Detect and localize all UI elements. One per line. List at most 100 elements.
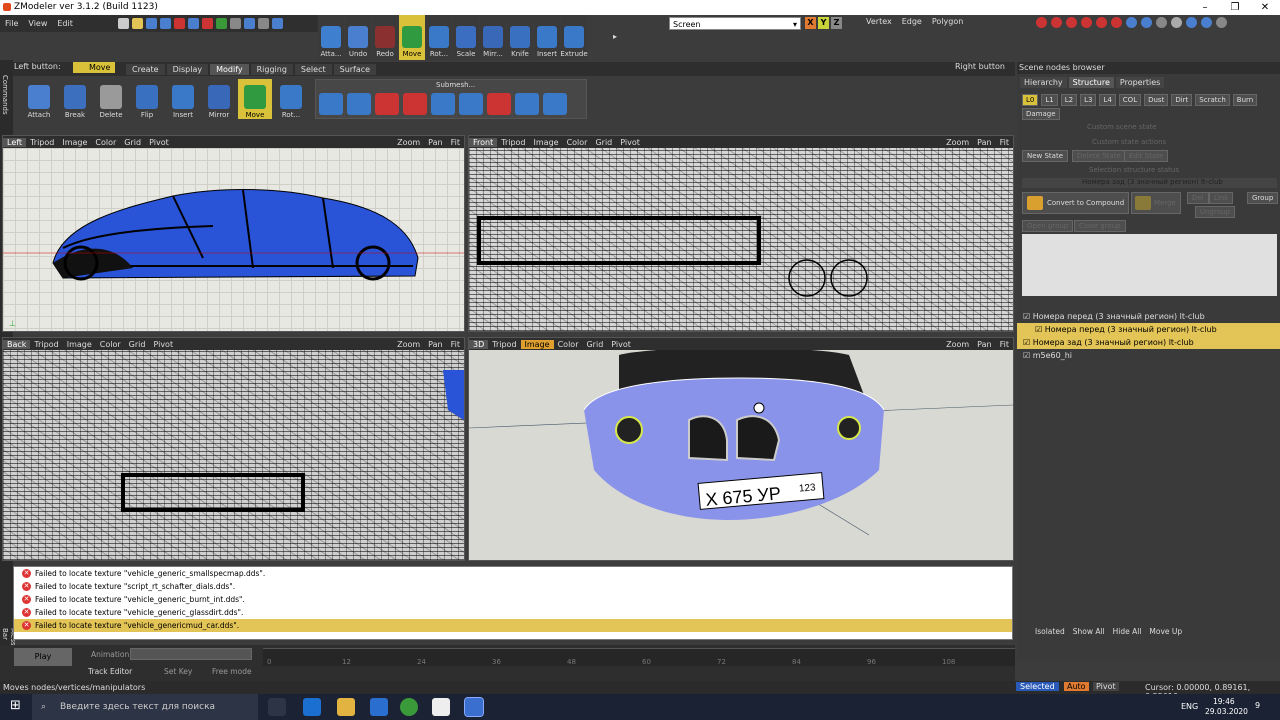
tool-extrude-button[interactable]: Extrude [560,15,588,60]
play-button[interactable]: Play [14,648,72,666]
viewport-option[interactable]: Pivot [616,138,644,147]
checkbox-icon[interactable]: ☑ [1023,312,1033,321]
clock-date[interactable]: 29.03.2020 [1205,707,1248,716]
tree-node[interactable]: ☑ Номера перед (3 значный регион) lt-clu… [1017,323,1280,336]
tool-atta-button[interactable]: Atta... [318,15,344,60]
viewport-name[interactable]: Front [469,137,498,147]
lod-button[interactable]: L1 [1041,94,1058,106]
clock-time[interactable]: 19:46 [1213,697,1235,706]
right-button-label[interactable]: Right button [955,62,1005,71]
viewport-canvas[interactable]: X 675 УР 123 [469,347,1013,560]
viewport-option[interactable]: Color [96,340,125,349]
log-entry[interactable]: ✕ Failed to locate texture "vehicle_gener… [14,619,1012,632]
lod-button[interactable]: L2 [1060,94,1078,106]
light-icon[interactable] [1141,17,1152,28]
modify-flip-button[interactable]: Flip [130,79,164,119]
log-entry[interactable]: ✕ Failed to locate texture "vehicle_gener… [14,567,1012,580]
wire-icon[interactable] [1156,17,1167,28]
tab-properties[interactable]: Properties [1115,77,1165,88]
viewport-option[interactable]: Tripod [30,340,62,349]
options-icon[interactable] [1216,17,1227,28]
zoom-button[interactable]: Zoom [942,340,973,349]
auto-badge[interactable]: Auto [1064,682,1089,691]
fit-button[interactable]: Fit [447,138,464,147]
viewport-option[interactable]: Tripod [497,138,529,147]
isolated-button[interactable]: Isolated [1035,627,1065,641]
hide-all-button[interactable]: Hide All [1113,627,1142,641]
tab-surface[interactable]: Surface [333,64,377,75]
tab-hierarchy[interactable]: Hierarchy [1020,77,1067,88]
viewport-left[interactable]: Left Tripod Image Color Grid Pivot Zoom … [2,135,465,332]
lod-button[interactable]: Dust [1144,94,1169,106]
log-entry[interactable]: ✕ Failed to locate texture "vehicle_gener… [14,606,1012,619]
lod-button[interactable]: Dirt [1171,94,1193,106]
pan-button[interactable]: Pan [973,138,995,147]
fit-button[interactable]: Fit [996,138,1013,147]
menu-file[interactable]: File [0,15,23,32]
submesh-tool-icon[interactable] [319,93,343,115]
pan-button[interactable]: Pan [424,138,446,147]
show-all-button[interactable]: Show All [1073,627,1105,641]
notepad-icon[interactable] [432,698,450,716]
modify-mirror-button[interactable]: Mirror [202,79,236,119]
zoom-button[interactable]: Zoom [393,340,424,349]
tab-create[interactable]: Create [126,64,165,75]
viewport-canvas[interactable] [469,148,1013,331]
modify-insert-button[interactable]: Insert [166,79,200,119]
checkbox-icon[interactable]: ☑ [1023,338,1033,347]
zoom-button[interactable]: Zoom [942,138,973,147]
chrome-icon[interactable] [400,698,418,716]
tab-rigging[interactable]: Rigging [250,64,293,75]
record-icon[interactable] [1081,17,1092,28]
close-group-button[interactable]: Close group [1074,220,1126,232]
settings-icon[interactable] [258,18,269,29]
tool-redo-button[interactable]: Redo [372,15,398,60]
new-state-button[interactable]: New State [1022,150,1069,162]
checkbox-icon[interactable]: ☑ [1035,325,1045,334]
lod-button[interactable]: L0 [1022,94,1039,106]
view-icon[interactable] [1201,17,1212,28]
log-entry[interactable]: ✕ Failed to locate texture "script_rt_sch… [14,580,1012,593]
tool-undo-button[interactable]: Undo [345,15,371,60]
save-as-icon[interactable] [160,18,171,29]
record-icon[interactable] [1066,17,1077,28]
viewport-option[interactable]: Tripod [488,340,520,349]
tab-display[interactable]: Display [166,64,209,75]
animation-select[interactable] [130,648,252,660]
left-button-action[interactable]: Move [73,62,115,73]
maximize-button[interactable]: ❐ [1220,0,1250,15]
delete-state-button[interactable]: Delete State [1072,150,1126,162]
close-button[interactable]: ✕ [1250,0,1280,15]
record-icon[interactable] [1051,17,1062,28]
move-up-button[interactable]: Move Up [1149,627,1182,641]
coordinate-space-select[interactable]: Screen ▾ [669,17,801,30]
lod-button[interactable]: L3 [1080,94,1097,106]
damage-select[interactable]: Damage [1022,108,1060,120]
viewport-back[interactable]: Back Tripod Image Color Grid Pivot Zoom … [2,337,465,561]
group-button[interactable]: Group [1247,192,1279,204]
viewport-name[interactable]: Left [3,137,27,147]
lod-button[interactable]: Burn [1232,94,1258,106]
viewport-option[interactable]: Pivot [145,138,173,147]
del-button[interactable]: Del [1187,192,1209,204]
redo-icon[interactable] [202,18,213,29]
convert-to-compound-button[interactable]: Convert to Compound [1022,192,1130,214]
render-icon[interactable] [230,18,241,29]
viewport-option[interactable]: Pivot [607,340,635,349]
undo-icon[interactable] [188,18,199,29]
viewport-option[interactable]: Grid [591,138,616,147]
set-key-button[interactable]: Set Key [164,667,192,676]
viewport-option[interactable]: Pivot [149,340,177,349]
input-language[interactable]: ENG [1181,702,1198,711]
edge-browser-icon[interactable] [303,698,321,716]
edit-state-button[interactable]: Edit State [1124,150,1169,162]
save-icon[interactable] [146,18,157,29]
modify-move-button[interactable]: Move [238,79,272,119]
modify-rot-button[interactable]: Rot... [274,79,308,119]
tab-modify[interactable]: Modify [210,64,249,75]
axis-x-toggle[interactable]: X [805,17,816,29]
timeline[interactable]: 0 12 24 36 48 60 72 84 96 108 [263,648,1015,666]
commands-label[interactable]: Commands [1,75,9,115]
open-group-button[interactable]: Open group [1022,220,1074,232]
tree-node[interactable]: ☑ Номера зад (3 значный регион) lt-club [1017,336,1280,349]
